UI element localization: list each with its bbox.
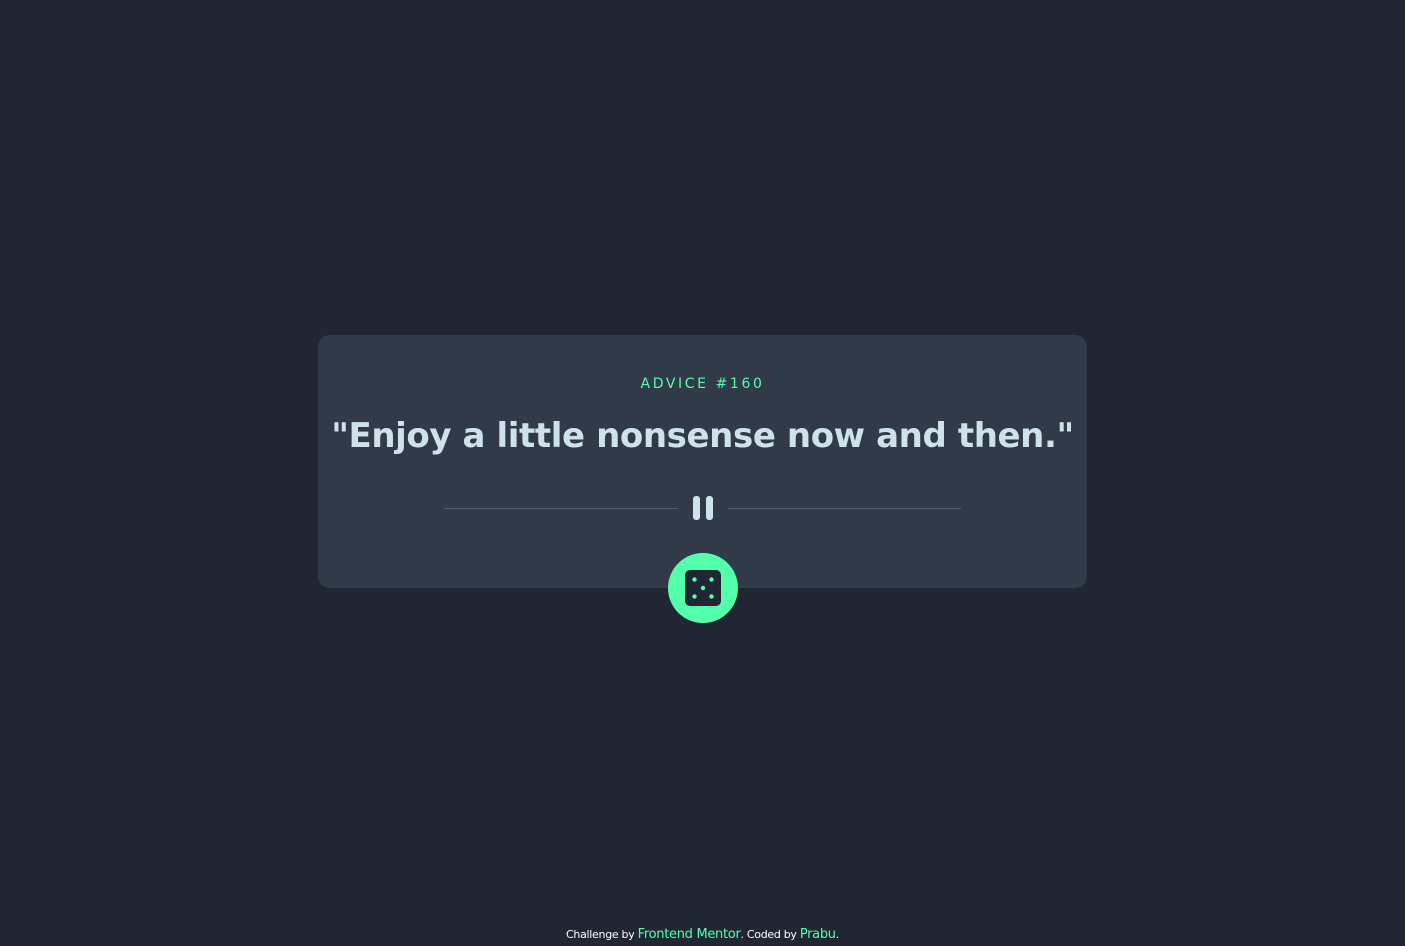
- frontend-mentor-link[interactable]: Frontend Mentor: [638, 927, 741, 942]
- advice-card: [318, 335, 1087, 588]
- divider: [444, 494, 961, 522]
- attribution: Challenge by Frontend Mentor. Coded by P…: [0, 927, 1405, 942]
- author-link[interactable]: Prabu: [800, 927, 836, 942]
- generate-advice-button[interactable]: [668, 553, 738, 623]
- divider-line-left: [444, 508, 678, 509]
- attribution-middle: . Coded by: [740, 928, 800, 941]
- attribution-suffix: .: [835, 928, 840, 941]
- attribution-prefix: Challenge by: [566, 928, 638, 941]
- dice-icon: [685, 570, 721, 606]
- advice-id-label: ADVICE #160: [640, 376, 765, 392]
- pause-icon: [693, 496, 713, 520]
- advice-quote: "Enjoy a little nonsense now and then.": [331, 416, 1074, 456]
- divider-line-right: [728, 508, 961, 509]
